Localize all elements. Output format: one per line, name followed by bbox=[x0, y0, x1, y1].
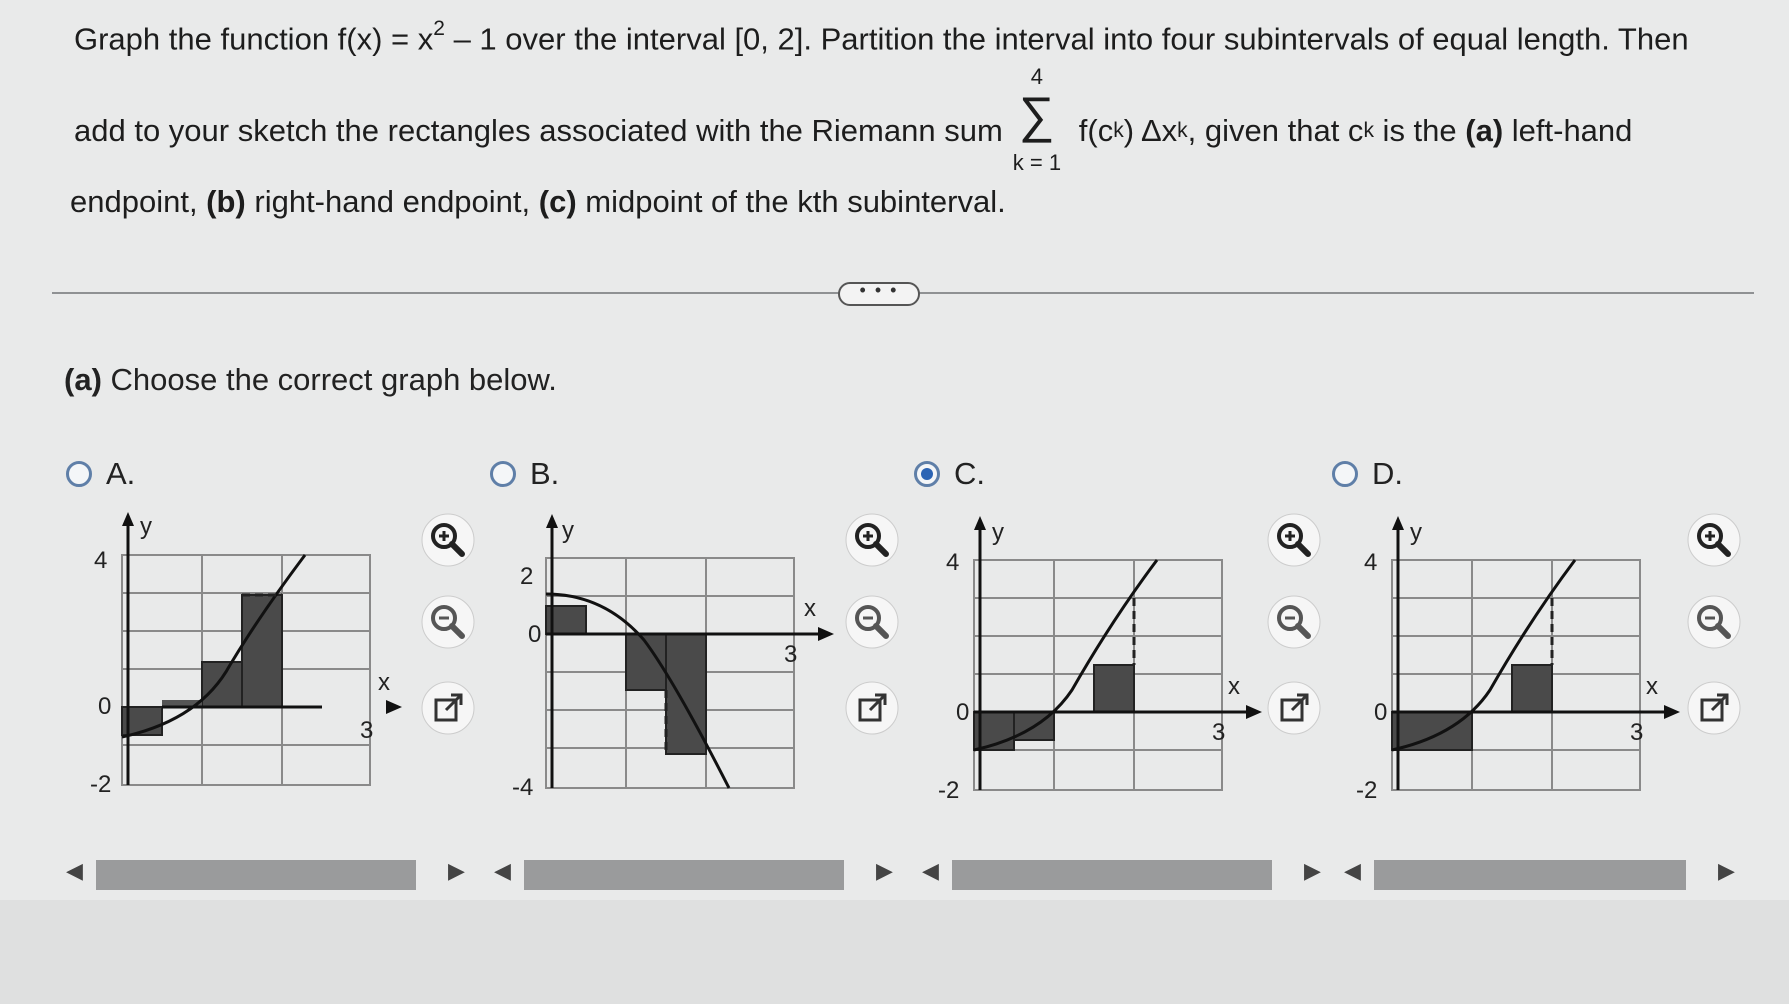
y-tick-bottom: -2 bbox=[938, 777, 959, 800]
question-line-1: Graph the function f(x) = x2 – 1 over th… bbox=[74, 17, 1689, 57]
option-a[interactable]: A. bbox=[66, 456, 135, 492]
scroll-thumb[interactable] bbox=[952, 860, 1272, 890]
x-tick: 3 bbox=[360, 717, 373, 744]
radio-option-d[interactable] bbox=[1332, 461, 1358, 487]
y-tick-zero: 0 bbox=[956, 699, 969, 726]
y-tick-top: 4 bbox=[946, 549, 959, 576]
scroll-thumb[interactable] bbox=[524, 860, 844, 890]
open-new-window-icon[interactable] bbox=[844, 680, 900, 736]
y-tick-zero: 0 bbox=[528, 621, 541, 648]
y-axis-label: y bbox=[1410, 519, 1422, 546]
question-text-part: , given that c bbox=[1187, 113, 1364, 148]
scrollbar-option-d[interactable]: ◀ ▶ bbox=[1344, 858, 1744, 892]
zoom-in-icon[interactable] bbox=[420, 512, 476, 568]
scrollbar-option-b[interactable]: ◀ ▶ bbox=[494, 858, 894, 892]
subscript: k bbox=[1113, 119, 1124, 142]
question-text-part: midpoint of the kth subinterval. bbox=[576, 184, 1006, 219]
scroll-left-arrow-icon[interactable]: ◀ bbox=[1344, 858, 1361, 884]
scrollbar-option-a[interactable]: ◀ ▶ bbox=[66, 858, 466, 892]
part-b-bold: (b) bbox=[206, 184, 246, 219]
sum-lower-limit: k = 1 bbox=[1012, 150, 1062, 175]
y-axis-label: y bbox=[562, 517, 574, 544]
y-tick-top: 4 bbox=[1364, 549, 1377, 576]
option-b[interactable]: B. bbox=[490, 456, 559, 492]
question-text-part: Graph the function f(x) = x bbox=[74, 21, 434, 57]
radio-option-c-selected[interactable] bbox=[914, 461, 940, 487]
part-label-bold: (a) bbox=[64, 362, 102, 397]
radio-option-a[interactable] bbox=[66, 461, 92, 487]
y-tick-zero: 0 bbox=[1374, 699, 1387, 726]
zoom-in-icon[interactable] bbox=[844, 512, 900, 568]
y-tick-top: 4 bbox=[94, 547, 107, 574]
graph-option-b: y 2 0 -4 x 3 bbox=[512, 514, 834, 800]
zoom-out-icon[interactable] bbox=[1266, 594, 1322, 650]
question-text-part: add to your sketch the rectangles associ… bbox=[74, 113, 1003, 148]
exponent: 2 bbox=[433, 17, 445, 40]
open-new-window-icon[interactable] bbox=[420, 680, 476, 736]
y-axis-label: y bbox=[992, 519, 1004, 546]
summation: 4 ∑ k = 1 bbox=[1013, 64, 1069, 175]
x-axis-label: x bbox=[1228, 673, 1240, 700]
scroll-left-arrow-icon[interactable]: ◀ bbox=[922, 858, 939, 884]
y-tick-top: 2 bbox=[520, 563, 533, 590]
scroll-thumb[interactable] bbox=[96, 860, 416, 890]
zoom-out-icon[interactable] bbox=[844, 594, 900, 650]
open-new-window-icon[interactable] bbox=[1686, 680, 1742, 736]
x-axis-label: x bbox=[1646, 673, 1658, 700]
graph-option-a: y 4 0 -2 x 3 bbox=[90, 512, 402, 798]
scroll-left-arrow-icon[interactable]: ◀ bbox=[494, 858, 511, 884]
question-text-part: – 1 over the interval [0, 2]. Partition … bbox=[444, 21, 1689, 57]
subscript: k bbox=[1177, 119, 1188, 142]
x-axis-label: x bbox=[804, 595, 816, 622]
page-footer-area bbox=[0, 900, 1789, 1004]
part-c-bold: (c) bbox=[538, 184, 577, 219]
option-letter: D. bbox=[1372, 456, 1403, 491]
question-text-part: right-hand endpoint, bbox=[245, 184, 539, 219]
y-tick-zero: 0 bbox=[98, 693, 111, 720]
radio-option-b[interactable] bbox=[490, 461, 516, 487]
scroll-right-arrow-icon[interactable]: ▶ bbox=[1718, 858, 1735, 884]
question-text-part: endpoint, bbox=[70, 184, 207, 219]
zoom-out-icon[interactable] bbox=[1686, 594, 1742, 650]
sum-term: ) Δx bbox=[1123, 113, 1178, 148]
x-tick: 3 bbox=[1630, 719, 1643, 746]
part-a-prompt: (a) Choose the correct graph below. bbox=[64, 362, 557, 398]
y-tick-bottom: -4 bbox=[512, 774, 533, 800]
x-tick: 3 bbox=[784, 641, 797, 668]
option-d[interactable]: D. bbox=[1332, 456, 1403, 492]
sigma-symbol: ∑ bbox=[1018, 87, 1055, 143]
zoom-in-icon[interactable] bbox=[1266, 512, 1322, 568]
sum-term: f(c bbox=[1078, 113, 1114, 148]
question-text-part: left-hand bbox=[1503, 113, 1633, 148]
option-letter: C. bbox=[954, 456, 985, 491]
zoom-out-icon[interactable] bbox=[420, 594, 476, 650]
scrollbar-option-c[interactable]: ◀ ▶ bbox=[922, 858, 1322, 892]
option-c[interactable]: C. bbox=[914, 456, 985, 492]
graph-option-c: y 4 0 -2 x 3 bbox=[938, 516, 1262, 800]
scroll-thumb[interactable] bbox=[1374, 860, 1686, 890]
subscript: k bbox=[1363, 119, 1374, 142]
question-line-2: add to your sketch the rectangles associ… bbox=[74, 64, 1633, 175]
part-label-text: Choose the correct graph below. bbox=[101, 362, 557, 397]
graph-option-d: y 4 0 -2 x 3 bbox=[1356, 516, 1680, 800]
y-axis-label: y bbox=[140, 513, 152, 540]
zoom-in-icon[interactable] bbox=[1686, 512, 1742, 568]
part-a-bold: (a) bbox=[1465, 113, 1504, 148]
x-tick: 3 bbox=[1212, 719, 1225, 746]
scroll-right-arrow-icon[interactable]: ▶ bbox=[876, 858, 893, 884]
scroll-right-arrow-icon[interactable]: ▶ bbox=[448, 858, 465, 884]
scroll-right-arrow-icon[interactable]: ▶ bbox=[1304, 858, 1321, 884]
open-new-window-icon[interactable] bbox=[1266, 680, 1322, 736]
y-tick-bottom: -2 bbox=[90, 771, 111, 798]
option-letter: B. bbox=[530, 456, 560, 491]
more-options-button[interactable]: • • • bbox=[838, 281, 920, 306]
y-tick-bottom: -2 bbox=[1356, 777, 1377, 800]
question-text-part: is the bbox=[1373, 113, 1466, 148]
x-axis-label: x bbox=[378, 669, 390, 696]
scroll-left-arrow-icon[interactable]: ◀ bbox=[66, 858, 83, 884]
question-line-3: endpoint, (b) right-hand endpoint, (c) m… bbox=[70, 184, 1006, 220]
option-letter: A. bbox=[106, 456, 136, 491]
